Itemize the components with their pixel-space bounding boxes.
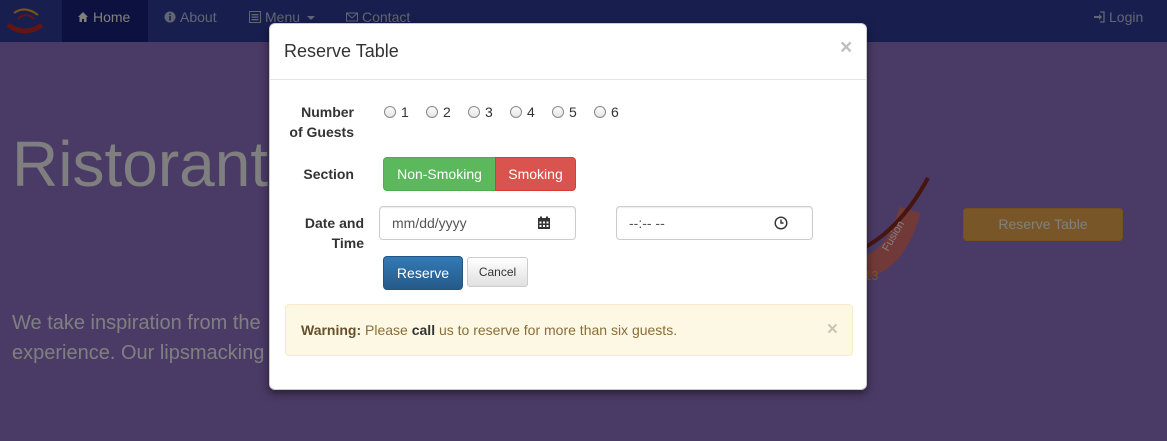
guests-radio-3[interactable]: 3 <box>468 104 493 124</box>
non-smoking-button[interactable]: Non-Smoking <box>383 157 496 191</box>
date-input-placeholder: mm/dd/yyyy <box>392 215 467 231</box>
guests-radio-6[interactable]: 6 <box>594 104 619 124</box>
date-input[interactable]: mm/dd/yyyy <box>379 206 576 240</box>
guests-radio-4[interactable]: 4 <box>510 104 535 124</box>
time-input[interactable]: --:-- -- <box>616 206 813 240</box>
radio-icon <box>384 106 396 118</box>
date-time-label-line-1: Date and <box>304 215 364 231</box>
guests-radio-label: 4 <box>527 104 535 120</box>
smoking-button[interactable]: Smoking <box>495 157 576 191</box>
alert-close-button[interactable]: × <box>827 305 838 355</box>
radio-icon <box>552 106 564 118</box>
guests-radio-label: 1 <box>401 104 409 120</box>
modal-title: Reserve Table <box>284 41 399 61</box>
modal-header: Reserve Table × <box>270 24 866 80</box>
guests-label-line-1: Number <box>301 104 354 120</box>
radio-icon <box>426 106 438 118</box>
warning-alert: Warning: Please call us to reserve for m… <box>285 304 853 356</box>
cancel-button[interactable]: Cancel <box>467 257 528 287</box>
guests-radio-label: 5 <box>569 104 577 120</box>
guests-radio-label: 6 <box>611 104 619 120</box>
guests-label-line-2: of Guests <box>289 124 354 140</box>
section-label: Section <box>303 166 354 182</box>
calendar-icon[interactable] <box>537 216 551 230</box>
reserve-button[interactable]: Reserve <box>383 256 463 290</box>
time-input-placeholder: --:-- -- <box>629 215 665 231</box>
alert-text-before: Please <box>361 322 412 338</box>
date-time-label: Date and Time <box>288 213 364 253</box>
alert-text-after: us to reserve for more than six guests. <box>435 322 678 338</box>
guests-radio-2[interactable]: 2 <box>426 104 451 124</box>
radio-icon <box>510 106 522 118</box>
reserve-table-modal: Reserve Table × Number of Guests 1 2 3 4… <box>269 23 867 390</box>
guests-label: Number of Guests <box>288 102 354 142</box>
radio-icon <box>594 106 606 118</box>
modal-close-button[interactable]: × <box>840 37 852 58</box>
guests-radio-5[interactable]: 5 <box>552 104 577 124</box>
guests-radio-1[interactable]: 1 <box>384 104 409 124</box>
clock-icon[interactable] <box>774 216 788 230</box>
alert-strong: Warning: <box>301 322 362 338</box>
date-time-label-line-2: Time <box>331 235 364 251</box>
guests-radio-label: 3 <box>485 104 493 120</box>
guests-radio-label: 2 <box>443 104 451 120</box>
alert-bold-word: call <box>411 322 436 338</box>
radio-icon <box>468 106 480 118</box>
